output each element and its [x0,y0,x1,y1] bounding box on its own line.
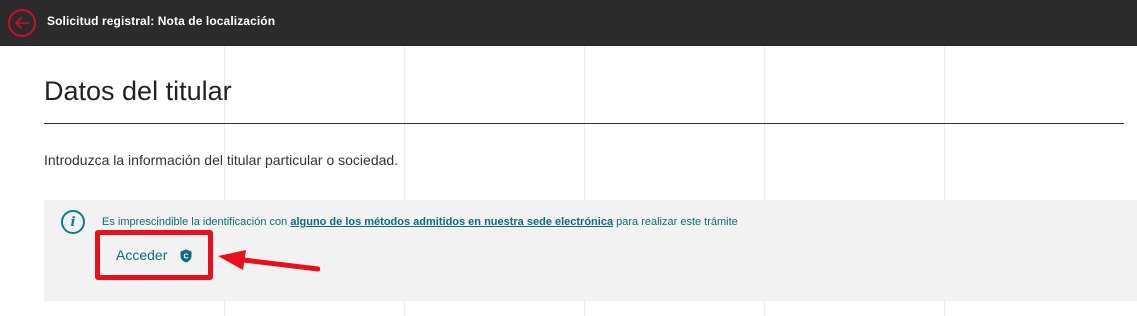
info-message: Es imprescindible la identificación con … [102,216,738,228]
section-heading: Datos del titular [44,76,232,106]
back-button[interactable] [8,9,36,37]
annotation-arrow-icon [218,250,320,272]
page-title: Solicitud registral: Nota de localizació… [47,14,276,28]
divider [44,123,1124,124]
methods-link[interactable]: alguno de los métodos admitidos en nuest… [290,216,613,228]
info-text-after: para realizar este trámite [613,216,738,228]
highlight-box [95,230,213,280]
info-text-before: Es imprescindible la identificación con [102,216,291,228]
info-icon-letter: i [70,214,76,230]
intro-text: Introduzca la información del titular pa… [44,152,399,168]
page: Solicitud registral: Nota de localizació… [0,0,1137,316]
arrow-left-icon [15,17,30,29]
info-icon: i [61,210,85,234]
top-bar: Solicitud registral: Nota de localizació… [0,0,1137,46]
